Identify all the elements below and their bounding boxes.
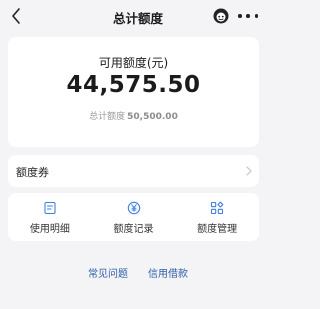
credit-management-label: 额度管理 bbox=[197, 224, 238, 235]
chevron-left-icon bbox=[12, 8, 20, 24]
faq-link[interactable]: 常见问题 bbox=[88, 265, 128, 280]
credit-coupon-label: 额度券 bbox=[16, 166, 49, 179]
page-title: 总计额度 bbox=[112, 10, 163, 26]
document-list-icon bbox=[44, 201, 56, 215]
customer-service-button[interactable] bbox=[212, 7, 230, 25]
credit-management-button[interactable]: 额度管理 bbox=[175, 193, 259, 241]
customer-service-icon bbox=[213, 8, 229, 24]
back-button[interactable] bbox=[8, 6, 24, 26]
more-dot bbox=[238, 14, 242, 18]
more-dot bbox=[246, 14, 250, 18]
chevron-right-icon bbox=[246, 166, 252, 176]
total-credit-label: 总计额度 bbox=[89, 112, 126, 122]
usage-details-label: 使用明细 bbox=[29, 224, 70, 235]
credit-records-label: 额度记录 bbox=[113, 224, 154, 235]
quick-actions: 使用明细 额度记录 额度管理 bbox=[8, 193, 259, 241]
available-credit-card: 可用额度(元) 44,575.50 总计额度 50,500.00 bbox=[8, 37, 259, 147]
total-credit-page: 总计额度 可用额度(元) 44,575.50 总计额度 50,500.00 额度券 bbox=[0, 0, 276, 309]
available-credit-value: 44,575.50 bbox=[66, 72, 201, 98]
yen-coin-icon bbox=[127, 201, 140, 215]
usage-details-button[interactable]: 使用明细 bbox=[8, 193, 92, 241]
credit-loan-link[interactable]: 信用借款 bbox=[148, 265, 188, 280]
available-credit-label: 可用额度(元) bbox=[98, 56, 169, 70]
footer-links: 常见问题 信用借款 bbox=[0, 265, 276, 280]
header: 总计额度 bbox=[0, 0, 276, 34]
total-credit-value: 50,500.00 bbox=[127, 112, 178, 122]
total-credit-row: 总计额度 50,500.00 bbox=[8, 109, 259, 122]
more-dot bbox=[254, 14, 258, 18]
grid-manage-icon bbox=[211, 201, 224, 215]
more-button[interactable] bbox=[238, 8, 258, 24]
credit-records-button[interactable]: 额度记录 bbox=[92, 193, 176, 241]
credit-coupon-row[interactable]: 额度券 bbox=[8, 155, 259, 187]
